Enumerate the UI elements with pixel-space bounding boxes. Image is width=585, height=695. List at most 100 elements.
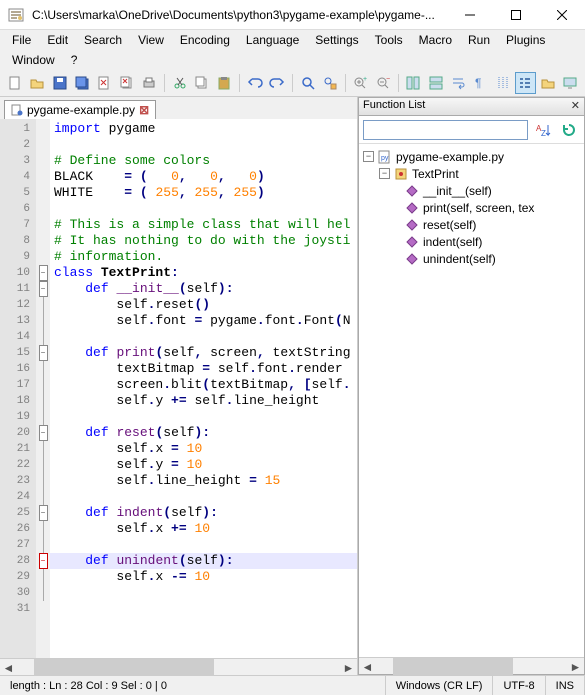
tree-toggle-icon[interactable]: − [379,168,390,179]
sync-h-button[interactable] [425,72,446,94]
code-line[interactable]: def indent(self): [50,505,357,521]
funclist-search-input[interactable] [363,120,528,140]
code-line[interactable]: import pygame [50,121,357,137]
tree-method-row[interactable]: __init__(self) [363,182,580,199]
tree-class-row[interactable]: − TextPrint [363,165,580,182]
function-list-button[interactable] [515,72,536,94]
menu-macro[interactable]: Macro [411,30,460,50]
code-line[interactable] [50,329,357,345]
menu-view[interactable]: View [130,30,172,50]
zoom-in-button[interactable]: + [350,72,371,94]
paste-button[interactable] [214,72,235,94]
code-line[interactable] [50,585,357,601]
code-line[interactable] [50,201,357,217]
code-line[interactable] [50,489,357,505]
open-file-button[interactable] [26,72,47,94]
code-line[interactable]: # It has nothing to do with the joysti [50,233,357,249]
code-line[interactable]: # This is a simple class that will hel [50,217,357,233]
menu-tools[interactable]: Tools [367,30,411,50]
code-line[interactable]: textBitmap = self.font.render [50,361,357,377]
sort-button[interactable]: AZ [532,119,554,141]
menu-search[interactable]: Search [76,30,130,50]
tree-toggle-icon[interactable]: − [363,151,374,162]
code-line[interactable]: screen.blit(textBitmap, [self. [50,377,357,393]
indent-guide-button[interactable] [492,72,513,94]
menu-run[interactable]: Run [460,30,498,50]
scroll-right-button[interactable]: ► [340,659,357,676]
hscroll-thumb[interactable] [393,658,513,675]
menu-window[interactable]: Window [4,50,63,70]
replace-button[interactable] [319,72,340,94]
code-line[interactable]: self.y += self.line_height [50,393,357,409]
code-line[interactable]: def unindent(self): [50,553,357,569]
code-line[interactable] [50,137,357,153]
code-line[interactable]: # information. [50,249,357,265]
redo-button[interactable] [267,72,288,94]
code-line[interactable]: self.y = 10 [50,457,357,473]
editor-hscroll[interactable]: ◄ ► [0,658,357,675]
code-line[interactable]: class TextPrint: [50,265,357,281]
hscroll-track[interactable] [376,658,567,674]
code-line[interactable] [50,601,357,617]
tree-method-row[interactable]: unindent(self) [363,250,580,267]
function-tree[interactable]: − py pygame-example.py − TextPrint __ini… [359,144,584,657]
code-line[interactable]: self.line_height = 15 [50,473,357,489]
save-button[interactable] [49,72,70,94]
code-line[interactable]: self.x -= 10 [50,569,357,585]
funclist-hscroll[interactable]: ◄ ► [359,657,584,674]
file-tab[interactable]: pygame-example.py ⊠ [4,100,156,119]
zoom-out-button[interactable]: − [372,72,393,94]
menu-edit[interactable]: Edit [39,30,76,50]
cut-button[interactable] [169,72,190,94]
menu-help[interactable]: ? [63,50,86,70]
code-line[interactable]: def print(self, screen, textString [50,345,357,361]
copy-button[interactable] [191,72,212,94]
code-line[interactable]: self.font = pygame.font.Font(N [50,313,357,329]
code-line[interactable]: self.x = 10 [50,441,357,457]
menu-file[interactable]: File [4,30,39,50]
scroll-right-button[interactable]: ► [567,658,584,675]
code-editor[interactable]: 1234567891011121314151617181920212223242… [0,119,357,658]
tree-file-row[interactable]: − py pygame-example.py [363,148,580,165]
funclist-close-icon[interactable]: ✕ [571,99,580,114]
code-line[interactable]: self.reset() [50,297,357,313]
new-file-button[interactable] [4,72,25,94]
folder-button[interactable] [537,72,558,94]
code-area[interactable]: import pygame # Define some colorsBLACK =… [50,119,357,658]
menu-encoding[interactable]: Encoding [172,30,238,50]
code-line[interactable]: def reset(self): [50,425,357,441]
scroll-left-button[interactable]: ◄ [359,658,376,675]
print-button[interactable] [139,72,160,94]
code-line[interactable]: # Define some colors [50,153,357,169]
tab-close-icon[interactable]: ⊠ [139,103,149,117]
reload-button[interactable] [558,119,580,141]
undo-button[interactable] [244,72,265,94]
close-all-button[interactable] [116,72,137,94]
minimize-button[interactable] [447,0,493,30]
close-file-button[interactable] [94,72,115,94]
wrap-button[interactable] [447,72,468,94]
hscroll-track[interactable] [17,659,340,675]
scroll-left-button[interactable]: ◄ [0,659,17,676]
maximize-button[interactable] [493,0,539,30]
show-all-button[interactable]: ¶ [470,72,491,94]
code-line[interactable] [50,409,357,425]
tree-method-row[interactable]: indent(self) [363,233,580,250]
code-line[interactable] [50,537,357,553]
tree-method-row[interactable]: print(self, screen, tex [363,199,580,216]
save-all-button[interactable] [71,72,92,94]
code-line[interactable]: BLACK = ( 0, 0, 0) [50,169,357,185]
code-line[interactable]: self.x += 10 [50,521,357,537]
menu-plugins[interactable]: Plugins [498,30,553,50]
code-line[interactable]: def __init__(self): [50,281,357,297]
code-line[interactable]: WHITE = ( 255, 255, 255) [50,185,357,201]
find-button[interactable] [297,72,318,94]
menu-language[interactable]: Language [238,30,307,50]
hscroll-thumb[interactable] [34,659,214,676]
tree-method-row[interactable]: reset(self) [363,216,580,233]
monitor-button[interactable] [560,72,581,94]
menu-settings[interactable]: Settings [307,30,366,50]
close-button[interactable] [539,0,585,30]
fold-column[interactable]: −−−−−− [36,119,50,658]
sync-v-button[interactable] [403,72,424,94]
